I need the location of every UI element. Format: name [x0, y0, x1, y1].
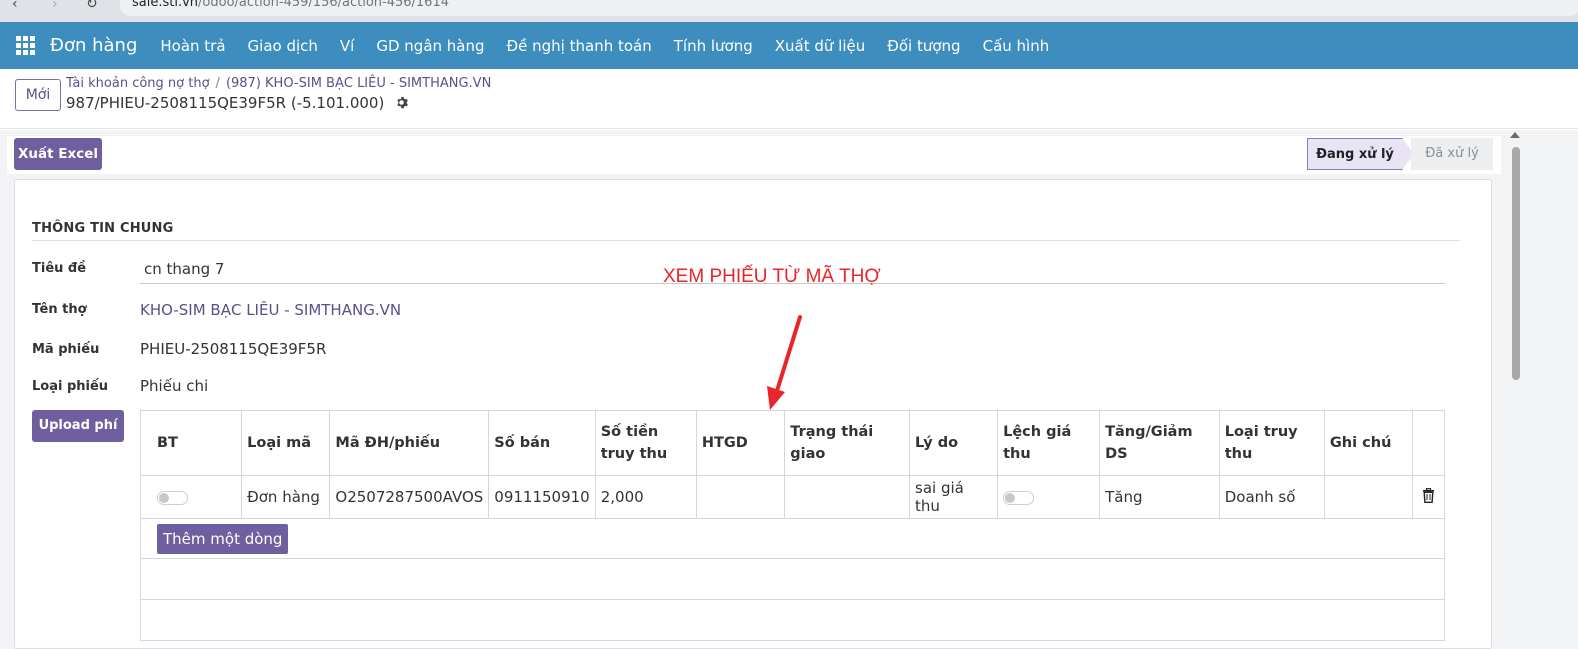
cell-ma-dh[interactable]: O2507287500AVOS	[329, 475, 490, 519]
stage-processed[interactable]: Đã xử lý	[1411, 138, 1493, 170]
nav-item-vi[interactable]: Ví	[329, 37, 365, 55]
reload-icon[interactable]: ↻	[86, 0, 98, 12]
col-header-ly-do[interactable]: Lý do	[909, 410, 999, 476]
add-line-row: Thêm một dòng	[140, 518, 1445, 559]
col-header-ghi-chu[interactable]: Ghi chú	[1323, 410, 1414, 476]
code-label: Mã phiếu	[32, 342, 100, 357]
col-header-lech-gia[interactable]: Lệch giá thu	[997, 410, 1101, 476]
cell-ghi-chu[interactable]	[1323, 475, 1414, 519]
record-title: 987/PHIEU-2508115QE39F5R (-5.101.000)	[66, 94, 408, 112]
nav-item-de-nghi-thanh-toan[interactable]: Đề nghị thanh toán	[496, 37, 663, 55]
col-header-loai-truy-thu[interactable]: Loại truy thu	[1218, 410, 1325, 476]
section-divider	[32, 240, 1460, 241]
breadcrumb: Tài khoản công nợ thợ / (987) KHO-SIM BẠC …	[66, 76, 491, 91]
gear-icon[interactable]	[395, 96, 408, 109]
top-navbar: Đơn hàng Hoàn trả Giao dịch Ví GD ngân h…	[0, 22, 1578, 69]
cell-so-tien[interactable]: 2,000	[594, 475, 697, 519]
status-bar: Xuất Excel Đang xử lý Đã xử lý	[7, 136, 1501, 174]
trash-icon[interactable]	[1422, 487, 1435, 503]
scrollbar-thumb[interactable]	[1512, 147, 1520, 380]
col-header-so-tien[interactable]: Số tiền truy thu	[594, 410, 697, 476]
cell-loai-truy-thu[interactable]: Doanh số	[1218, 475, 1325, 519]
annotation-arrow-icon	[767, 315, 802, 410]
breadcrumb-parent[interactable]: Tài khoản công nợ thợ	[66, 76, 210, 91]
col-header-htgd[interactable]: HTGD	[695, 410, 786, 476]
address-bar[interactable]: sale.sti.vn/odoo/action-459/156/action-4…	[120, 0, 1578, 16]
breadcrumb-separator: /	[215, 76, 220, 91]
new-button[interactable]: Mới	[15, 79, 61, 111]
empty-row	[140, 599, 1445, 641]
nav-item-hoan-tra[interactable]: Hoàn trả	[149, 37, 236, 55]
nav-item-giao-dich[interactable]: Giao dịch	[237, 37, 329, 55]
col-header-so-ban[interactable]: Số bán	[488, 410, 596, 476]
nav-item-gd-ngan-hang[interactable]: GD ngân hàng	[365, 37, 495, 55]
nav-item-cau-hinh[interactable]: Cấu hình	[972, 37, 1061, 55]
col-header-actions	[1412, 410, 1445, 476]
worker-label: Tên thợ	[32, 302, 87, 317]
table-row[interactable]: Đơn hàng O2507287500AVOS 0911150910 2,00…	[139, 475, 1445, 519]
stage-processing[interactable]: Đang xử lý	[1307, 138, 1403, 170]
cell-trang-thai[interactable]	[784, 475, 911, 519]
right-gutter	[1524, 130, 1578, 649]
cell-loai-ma[interactable]: Đơn hàng	[241, 475, 331, 519]
empty-cell	[140, 599, 1445, 641]
lech-gia-toggle[interactable]	[1003, 490, 1035, 505]
cell-so-ban[interactable]: 0911150910	[488, 475, 596, 519]
type-label: Loại phiếu	[32, 379, 109, 394]
annotation-text: XEM PHIẾU TỪ MÃ THỢ	[663, 266, 881, 287]
scroll-up-icon[interactable]	[1510, 132, 1520, 138]
cell-tang-giam[interactable]: Tăng	[1099, 475, 1220, 519]
cell-delete[interactable]	[1412, 475, 1445, 519]
back-icon[interactable]: ‹	[12, 0, 18, 12]
code-value: PHIEU-2508115QE39F5R	[140, 340, 327, 358]
empty-row	[140, 558, 1445, 600]
cell-htgd[interactable]	[695, 475, 786, 519]
app-brand[interactable]: Đơn hàng	[50, 35, 137, 56]
col-header-ma-dh[interactable]: Mã ĐH/phiếu	[329, 410, 490, 476]
record-title-text: 987/PHIEU-2508115QE39F5R (-5.101.000)	[66, 94, 385, 112]
nav-item-tinh-luong[interactable]: Tính lương	[663, 37, 764, 55]
nav-item-doi-tuong[interactable]: Đối tượng	[876, 37, 971, 55]
form-sheet: THÔNG TIN CHUNG Tiêu đề cn thang 7 Tên t…	[14, 179, 1492, 649]
bt-toggle[interactable]	[157, 490, 188, 505]
col-header-tang-giam[interactable]: Tăng/Giảm DS	[1099, 410, 1220, 476]
type-value: Phiếu chi	[140, 377, 209, 395]
empty-cell	[140, 558, 1445, 600]
forward-icon[interactable]: ›	[52, 0, 58, 12]
breadcrumb-current[interactable]: (987) KHO-SIM BẠC LIÊU - SIMTHANG.VN	[226, 76, 491, 91]
title-label: Tiêu đề	[32, 261, 87, 276]
worker-link[interactable]: KHO-SIM BẠC LIÊU - SIMTHANG.VN	[140, 301, 401, 319]
upload-fee-button[interactable]: Upload phí	[32, 410, 124, 442]
control-panel: Mới Tài khoản công nợ thợ / (987) KHO-SIM …	[0, 69, 1578, 129]
section-title: THÔNG TIN CHUNG	[32, 221, 174, 236]
nav-item-xuat-du-lieu[interactable]: Xuất dữ liệu	[764, 37, 877, 55]
col-header-loai-ma[interactable]: Loại mã	[241, 410, 331, 476]
add-line-cell: Thêm một dòng	[140, 518, 1445, 559]
cell-lech-gia[interactable]	[997, 475, 1101, 519]
apps-grid-icon[interactable]	[16, 35, 36, 56]
cell-ly-do[interactable]: sai giá thu	[909, 475, 999, 519]
url-host: sale.sti.vn	[132, 0, 199, 10]
col-header-bt[interactable]: BT	[139, 410, 243, 476]
col-header-trang-thai[interactable]: Trạng thái giao	[784, 410, 911, 476]
table-header-row: BT Loại mã Mã ĐH/phiếu Số bán Số tiền tr…	[139, 410, 1445, 476]
url-path: /odoo/action-459/156/action-456/1614	[198, 0, 449, 10]
cell-bt[interactable]	[139, 475, 243, 519]
detail-table: BT Loại mã Mã ĐH/phiếu Số bán Số tiền tr…	[139, 410, 1445, 641]
browser-toolbar: ‹ › ↻ sale.sti.vn/odoo/action-459/156/ac…	[0, 0, 1578, 22]
add-line-button[interactable]: Thêm một dòng	[157, 523, 289, 554]
export-excel-button[interactable]: Xuất Excel	[14, 138, 102, 170]
